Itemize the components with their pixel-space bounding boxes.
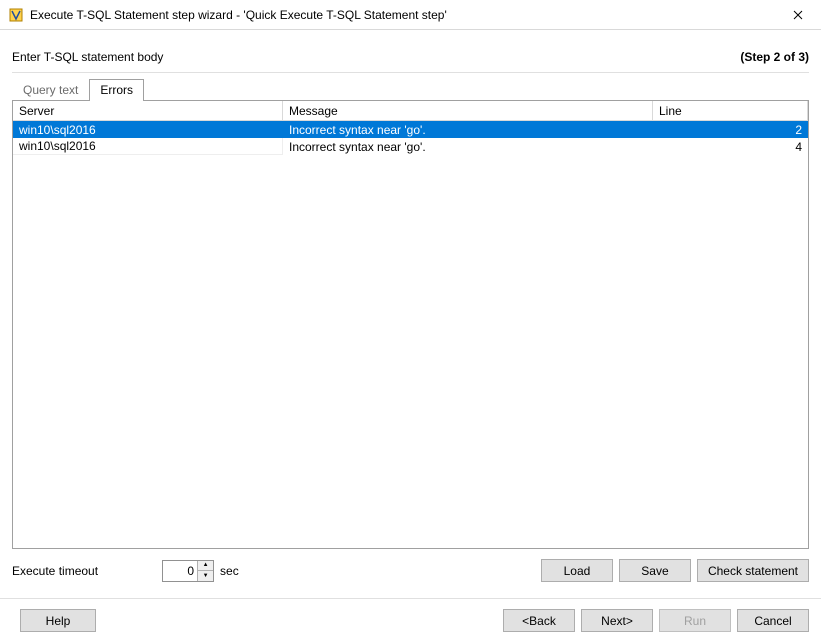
column-header-line[interactable]: Line	[653, 101, 808, 120]
help-button[interactable]: Help	[20, 609, 96, 632]
errors-table: Server Message Line win10\sql2016Incorre…	[12, 100, 809, 549]
back-button[interactable]: <Back	[503, 609, 575, 632]
cell-message: Incorrect syntax near 'go'.	[283, 138, 653, 155]
run-button[interactable]: Run	[659, 609, 731, 632]
table-row[interactable]: win10\sql2016Incorrect syntax near 'go'.…	[13, 138, 808, 155]
cell-message: Incorrect syntax near 'go'.	[283, 121, 653, 138]
save-button[interactable]: Save	[619, 559, 691, 582]
table-body: win10\sql2016Incorrect syntax near 'go'.…	[13, 121, 808, 548]
check-statement-button[interactable]: Check statement	[697, 559, 809, 582]
tab-errors[interactable]: Errors	[89, 79, 144, 101]
cell-line: 4	[653, 138, 808, 155]
window-close-button[interactable]	[775, 0, 821, 30]
timeout-unit: sec	[220, 564, 239, 578]
column-header-server[interactable]: Server	[13, 101, 283, 120]
wizard-footer: Help <Back Next> Run Cancel	[0, 598, 821, 644]
tab-query-text[interactable]: Query text	[12, 79, 89, 101]
column-header-message[interactable]: Message	[283, 101, 653, 120]
table-row[interactable]: win10\sql2016Incorrect syntax near 'go'.…	[13, 121, 808, 138]
load-button[interactable]: Load	[541, 559, 613, 582]
spin-down-button[interactable]: ▼	[198, 571, 213, 581]
window-title: Execute T-SQL Statement step wizard - 'Q…	[30, 8, 775, 22]
cell-server: win10\sql2016	[13, 121, 283, 138]
cell-server: win10\sql2016	[13, 138, 283, 155]
timeout-label: Execute timeout	[12, 564, 98, 578]
timeout-input[interactable]	[163, 561, 197, 581]
page-subtitle: Enter T-SQL statement body	[12, 50, 163, 64]
spin-up-button[interactable]: ▲	[198, 561, 213, 572]
timeout-spinbox[interactable]: ▲ ▼	[162, 560, 214, 582]
app-icon	[8, 7, 24, 23]
cancel-button[interactable]: Cancel	[737, 609, 809, 632]
tab-strip: Query text Errors	[12, 79, 809, 101]
titlebar: Execute T-SQL Statement step wizard - 'Q…	[0, 0, 821, 30]
next-button[interactable]: Next>	[581, 609, 653, 632]
cell-line: 2	[653, 121, 808, 138]
table-header: Server Message Line	[13, 101, 808, 121]
wizard-content: Enter T-SQL statement body (Step 2 of 3)…	[0, 30, 821, 598]
step-indicator: (Step 2 of 3)	[740, 50, 809, 64]
